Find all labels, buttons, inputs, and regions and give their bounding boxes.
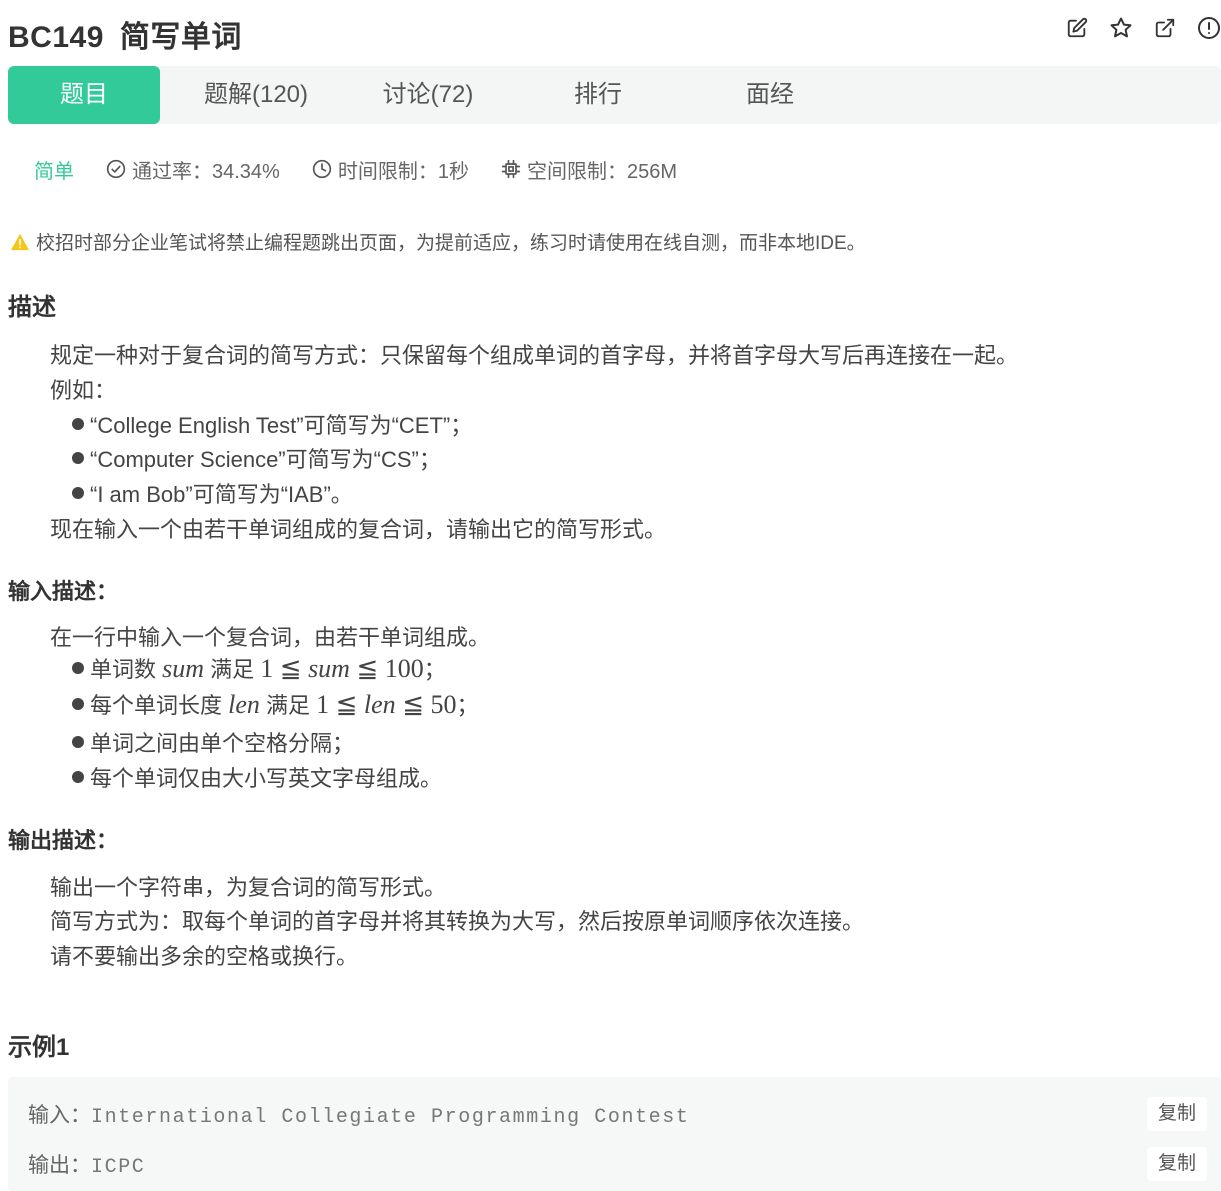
description-intro: 规定一种对于复合词的简写方式：只保留每个组成单词的首字母，并将首字母大写后再连接…	[50, 343, 1019, 368]
edit-icon[interactable]	[1065, 16, 1089, 40]
bullet-dot	[72, 418, 84, 430]
list-item: 单词之间由单个空格分隔；	[72, 726, 354, 758]
problem-id: BC149	[8, 21, 104, 54]
example-output-row: 输出：ICPC	[28, 1149, 145, 1179]
external-link-icon[interactable]	[1153, 16, 1177, 40]
input-description-intro: 在一行中输入一个复合词，由若干单词组成。	[50, 625, 491, 650]
time-limit-text: 时间限制：1秒	[337, 160, 469, 183]
tab-ranking[interactable]: 排行	[522, 66, 674, 124]
example-input-value: International Collegiate Programming Con…	[91, 1106, 690, 1129]
output-description-heading: 输出描述：	[8, 828, 119, 853]
pass-rate-text: 通过率：34.34%	[132, 160, 280, 183]
list-item: “Computer Science”可简写为“CS”；	[72, 442, 441, 474]
list-item: “I am Bob”可简写为“IAB”。	[72, 477, 353, 509]
notice-banner: 校招时部分企业笔试将禁止编程题跳出页面，为提前适应，练习时请使用在线自测，而非本…	[10, 228, 866, 255]
copy-output-button[interactable]: 复制	[1147, 1147, 1207, 1181]
tab-problem[interactable]: 题目	[8, 66, 160, 124]
tab-interview[interactable]: 面经	[694, 66, 846, 124]
list-item: 每个单词长度 len 满足 1 ≦ len ≦ 50；	[72, 688, 479, 720]
list-item: 每个单词仅由大小写英文字母组成。	[72, 761, 442, 793]
star-icon[interactable]	[1109, 16, 1133, 40]
problem-name: 简写单词	[119, 21, 242, 54]
list-item: 单词数 sum 满足 1 ≦ sum ≦ 100；	[72, 652, 446, 684]
output-description-line: 请不要输出多余的空格或换行。	[50, 944, 359, 969]
bullet-dot	[72, 771, 84, 783]
title-actions	[1065, 16, 1221, 40]
example-output-label: 输出：	[28, 1154, 91, 1177]
warning-icon	[11, 233, 29, 250]
bullet-dot	[72, 662, 84, 674]
tab-solutions[interactable]: 题解(120)	[180, 66, 332, 124]
description-heading: 描述	[8, 294, 56, 321]
tab-discussion[interactable]: 讨论(72)	[352, 66, 504, 124]
example-input-label: 输入：	[28, 1104, 91, 1127]
example-input-row: 输入：International Collegiate Programming …	[28, 1099, 690, 1129]
difficulty-badge: 简单	[34, 160, 74, 183]
math-expression: len 满足 1 ≦ len ≦ 50；	[228, 690, 479, 719]
notice-text: 校招时部分企业笔试将禁止编程题跳出页面，为提前适应，练习时请使用在线自测，而非本…	[36, 233, 866, 254]
bullet-dot	[72, 487, 84, 499]
bullet-dot	[72, 736, 84, 748]
example-output-value: ICPC	[91, 1156, 146, 1179]
pass-rate: 通过率：34.34%	[106, 155, 280, 184]
math-expression: sum 满足 1 ≦ sum ≦ 100；	[162, 654, 446, 683]
tab-bar: 题目 题解(120) 讨论(72) 排行 面经	[8, 66, 1221, 124]
memory-limit: 空间限制：256M	[501, 155, 677, 184]
chip-icon	[501, 159, 521, 179]
example-label: 例如：	[50, 378, 117, 403]
bullet-dot	[72, 452, 84, 464]
check-circle-icon	[106, 159, 126, 179]
example-heading: 示例1	[8, 1034, 70, 1061]
title-bar: BC149 简写单词	[8, 10, 1221, 54]
problem-meta: 简单 通过率：34.34% 时间限制：1秒 空间限制：256M	[34, 152, 709, 186]
memory-limit-text: 空间限制：256M	[526, 160, 677, 183]
bullet-dot	[72, 698, 84, 710]
input-description-heading: 输入描述：	[8, 579, 119, 604]
time-limit: 时间限制：1秒	[312, 155, 469, 184]
copy-input-button[interactable]: 复制	[1147, 1097, 1207, 1131]
example-box: 输入：International Collegiate Programming …	[8, 1077, 1221, 1191]
page-title: BC149 简写单词	[8, 12, 242, 56]
description-task: 现在输入一个由若干单词组成的复合词，请输出它的简写形式。	[50, 517, 667, 542]
list-item: “College English Test”可简写为“CET”；	[72, 408, 472, 440]
output-description-line: 输出一个字符串，为复合词的简写形式。	[50, 875, 447, 900]
clock-icon	[312, 159, 332, 179]
output-description-line: 简写方式为：取每个单词的首字母并将其转换为大写，然后按原单词顺序依次连接。	[50, 909, 865, 934]
alert-icon[interactable]	[1197, 16, 1221, 40]
